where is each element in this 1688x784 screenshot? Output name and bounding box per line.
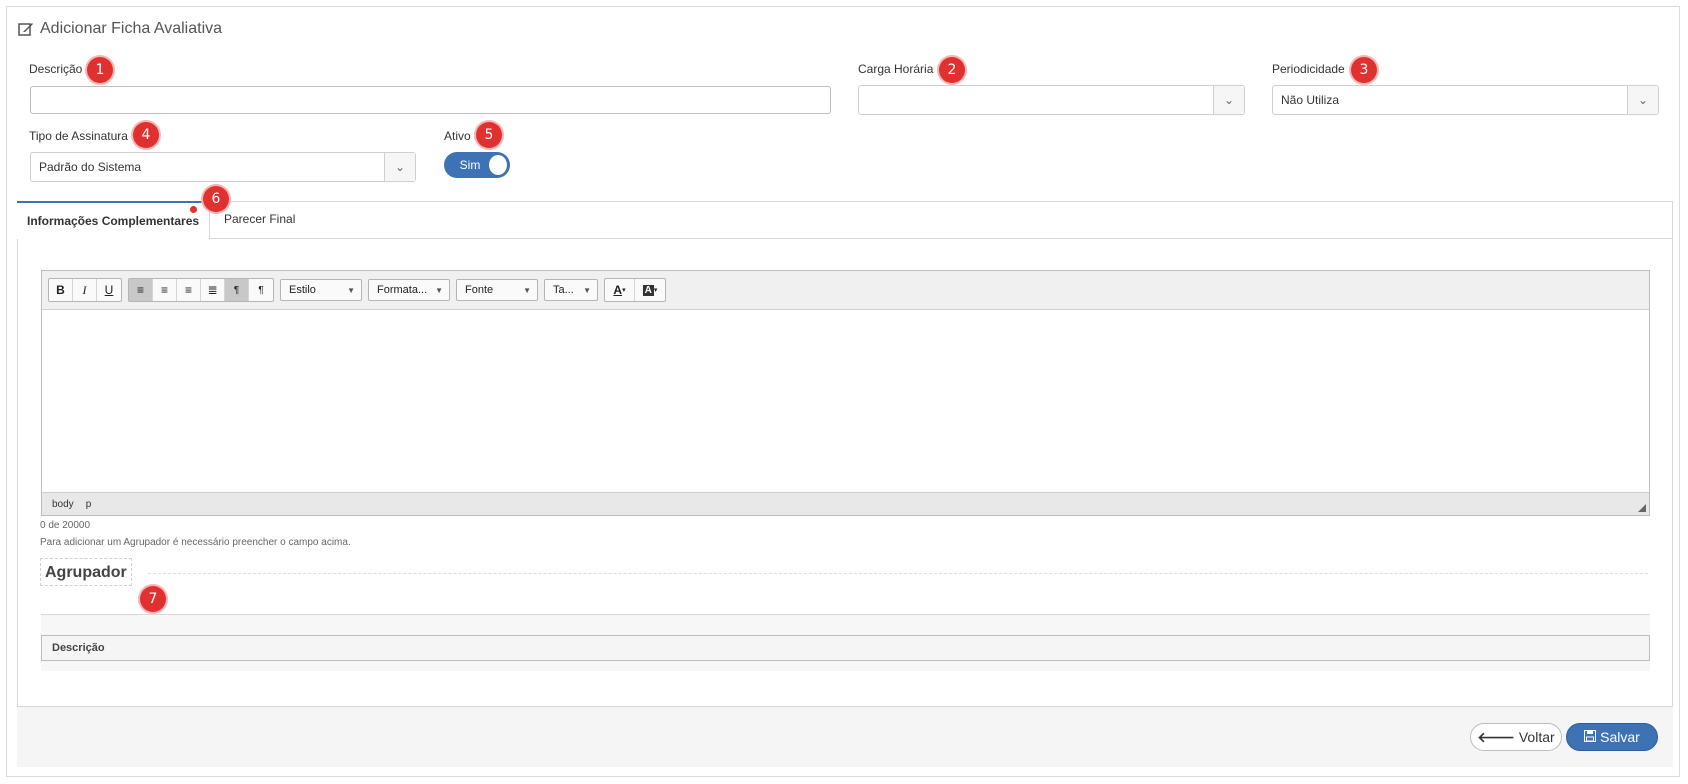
alignment-group: ≡ ≡ ≡ ≣ ¶ ¶ [128,278,274,302]
editor-content-area[interactable] [42,310,1649,492]
editor-statusbar: body p [42,492,1649,515]
salvar-button[interactable]: Salvar [1566,723,1658,751]
agrupador-table: Descrição [41,614,1650,671]
carga-horaria-select[interactable]: ⌄ [858,85,1245,115]
form-footer [17,707,1673,767]
annotation-badge-4: 4 [133,122,159,148]
voltar-button[interactable]: 🡐 Voltar [1470,723,1562,751]
formato-dropdown-label: Formata... [377,284,428,296]
descricao-label: Descrição [29,62,83,76]
align-right-icon[interactable]: ≡ [177,279,201,301]
annotation-badge-1: 1 [87,57,113,83]
align-justify-icon[interactable]: ≣ [201,279,225,301]
agrupador-title: Agrupador [40,558,132,586]
estilo-dropdown-label: Estilo [289,284,316,296]
align-center-icon[interactable]: ≡ [153,279,177,301]
color-group: A ▾ A ▾ [604,278,666,302]
annotation-badge-2: 2 [939,57,965,83]
chevron-down-icon: ⌄ [384,153,415,181]
carga-horaria-label: Carga Horária [858,62,934,76]
underline-icon[interactable]: U [97,279,121,301]
save-icon [1584,729,1597,745]
section-divider [148,573,1648,574]
background-color-icon[interactable]: A ▾ [635,279,665,301]
tipo-assinatura-label: Tipo de Assinatura [29,129,128,143]
editor-toolbar: B I U ≡ ≡ ≡ ≣ ¶ ¶ Estilo ▼ Formata... ▼ Fo… [42,271,1649,310]
tipo-assinatura-value: Padrão do Sistema [39,160,142,174]
salvar-label: Salvar [1600,729,1640,745]
caret-down-icon: ▼ [435,285,443,295]
chevron-down-icon: ⌄ [1213,86,1244,114]
annotation-badge-7: 7 [140,586,166,612]
tamanho-dropdown[interactable]: Ta... ▼ [544,279,598,301]
table-header-descricao: Descrição [41,635,1650,661]
fonte-dropdown[interactable]: Fonte ▼ [456,279,538,301]
ltr-direction-icon[interactable]: ¶ [225,279,249,301]
toggle-knob [488,154,508,176]
page-title-text: Adicionar Ficha Avaliativa [40,20,223,37]
tamanho-dropdown-label: Ta... [553,284,574,296]
path-p[interactable]: p [86,499,92,510]
agrupador-hint: Para adicionar um Agrupador é necessário… [40,537,351,548]
rich-text-editor: B I U ≡ ≡ ≡ ≣ ¶ ¶ Estilo ▼ Formata... ▼ Fo… [41,270,1650,516]
annotation-badge-5: 5 [476,122,502,148]
italic-icon[interactable]: I [73,279,97,301]
rtl-direction-icon[interactable]: ¶ [249,279,273,301]
tabs-container: Informações Complementares Parecer Final… [17,201,1673,707]
edit-icon [18,21,34,37]
caret-down-icon: ▼ [523,285,531,295]
annotation-badge-3: 3 [1351,57,1377,83]
tab-parecer-final[interactable]: Parecer Final [214,201,305,237]
arrow-left-icon: 🡐 [1477,728,1515,745]
annotation-marker [190,206,197,213]
page-title: Adicionar Ficha Avaliativa [18,20,222,38]
caret-down-icon: ▼ [347,285,355,295]
caret-down-icon: ▼ [583,285,591,295]
tab-informacoes-complementares[interactable]: Informações Complementares [17,201,211,239]
periodicidade-select[interactable]: Não Utiliza ⌄ [1272,85,1659,115]
chevron-down-icon: ⌄ [1627,86,1658,114]
ativo-label: Ativo [444,129,471,143]
ativo-toggle[interactable]: Sim [444,152,510,178]
voltar-label: Voltar [1518,729,1555,745]
align-left-icon[interactable]: ≡ [129,279,153,301]
resize-handle[interactable] [1638,504,1646,512]
tipo-assinatura-select[interactable]: Padrão do Sistema ⌄ [30,152,416,182]
formato-dropdown[interactable]: Formata... ▼ [368,279,450,301]
char-counter: 0 de 20000 [40,520,91,531]
periodicidade-value: Não Utiliza [1281,93,1340,107]
tab-bar: Informações Complementares Parecer Final [17,201,1672,239]
path-body[interactable]: body [52,499,74,510]
descricao-input[interactable] [30,86,831,114]
annotation-badge-6: 6 [203,186,229,212]
periodicidade-label: Periodicidade [1272,62,1345,76]
estilo-dropdown[interactable]: Estilo ▼ [280,279,362,301]
bold-icon[interactable]: B [49,279,73,301]
fonte-dropdown-label: Fonte [465,284,494,296]
text-style-group: B I U [48,278,122,302]
text-color-icon[interactable]: A ▾ [605,279,635,301]
